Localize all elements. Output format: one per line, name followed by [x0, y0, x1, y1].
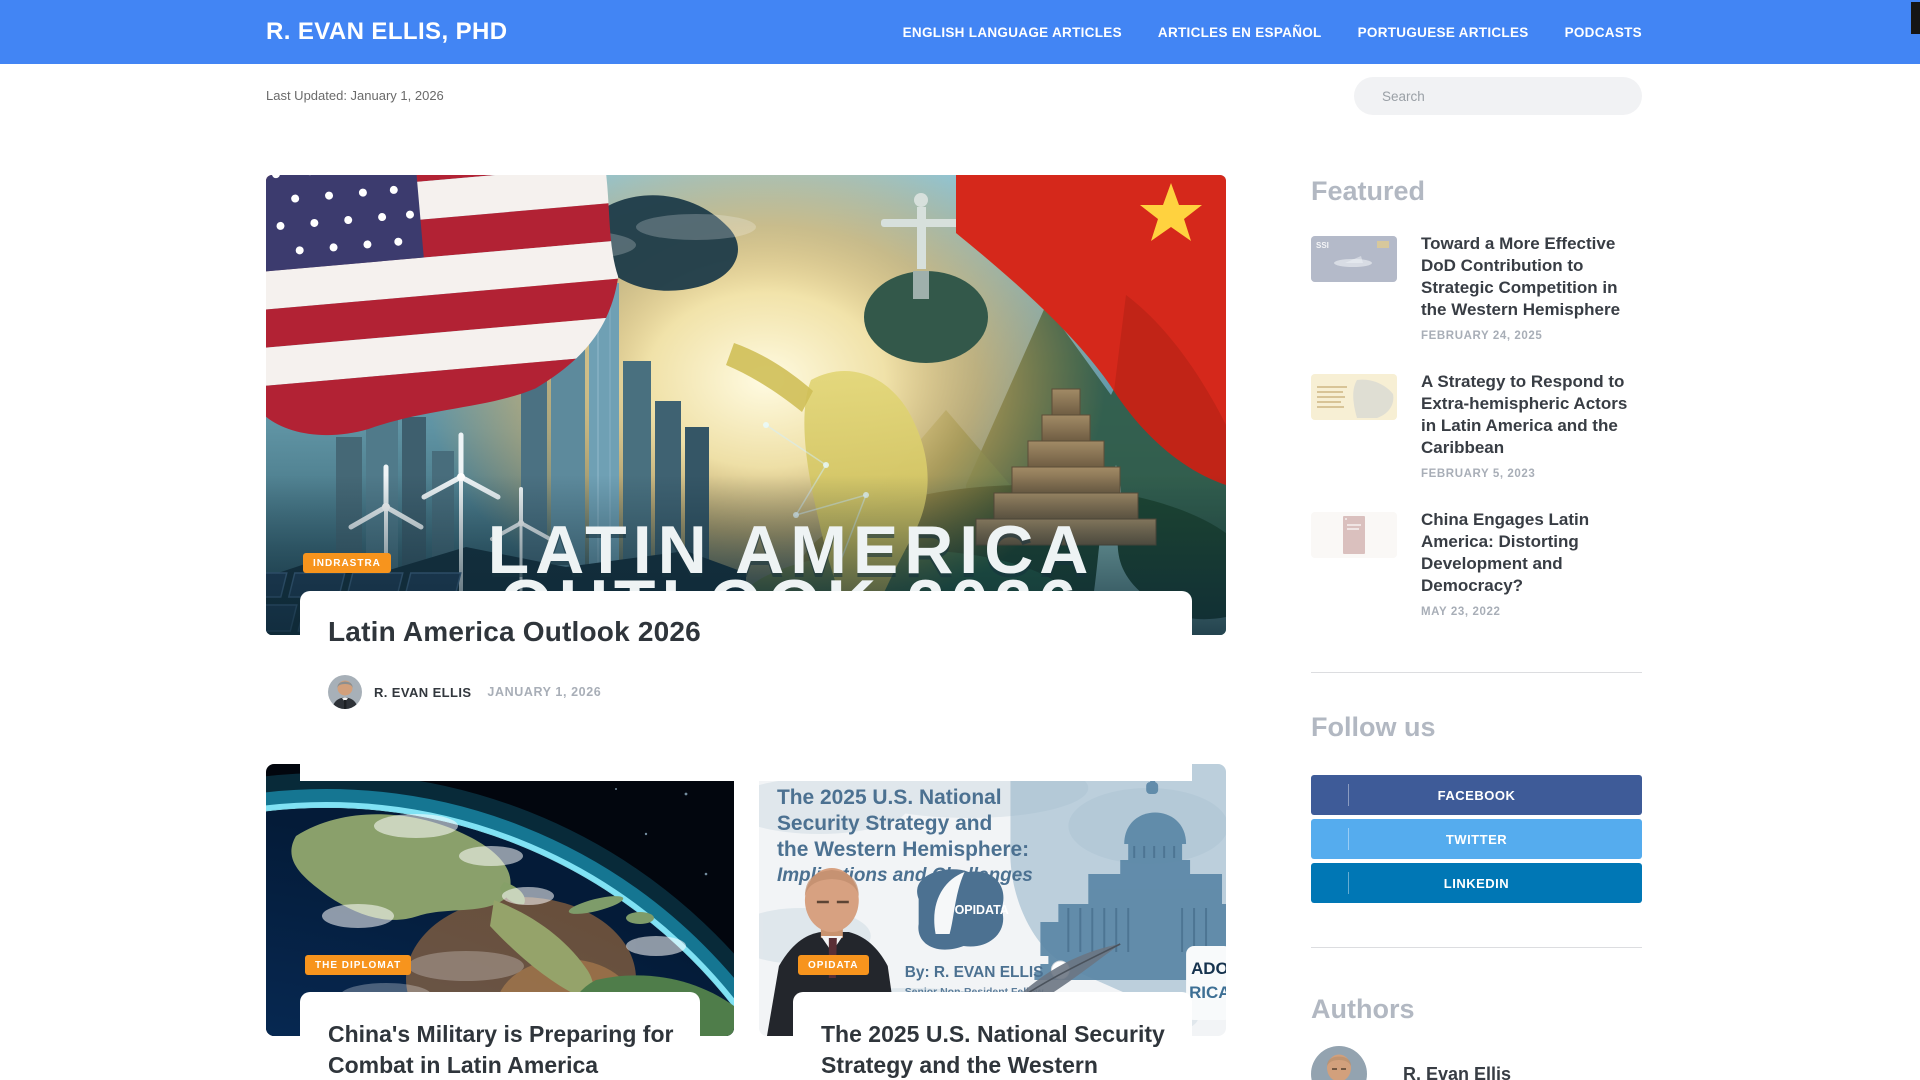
- hero-author-name[interactable]: R. EVAN ELLIS: [374, 685, 471, 700]
- article-title-card: The 2025 U.S. National Security Strategy…: [793, 992, 1192, 1080]
- hero-category-badge[interactable]: INDRASTRA: [303, 553, 391, 573]
- twitter-button[interactable]: TWITTER: [1311, 819, 1642, 859]
- nav-english-articles[interactable]: ENGLISH LANGUAGE ARTICLES: [903, 25, 1122, 40]
- featured-title[interactable]: A Strategy to Respond to Extra-hemispher…: [1421, 371, 1636, 459]
- featured-date: FEBRUARY 5, 2023: [1421, 468, 1536, 480]
- featured-thumbnail-strategy[interactable]: [1311, 374, 1397, 420]
- cover-title-line3: the Western Hemisphere:: [777, 838, 1029, 861]
- author-name[interactable]: R. Evan Ellis: [1403, 1064, 1511, 1080]
- featured-text: China Engages Latin America: Distorting …: [1421, 509, 1636, 618]
- featured-title[interactable]: Toward a More Effective DoD Contribution…: [1421, 233, 1636, 321]
- article-title-card: China's Military is Preparing for Combat…: [300, 992, 700, 1080]
- hero-article: LATIN AMERICA LATIN AMERICA OUTLOOK 2026…: [266, 175, 1226, 781]
- article-card-china-military: THE DIPLOMAT China's Military is Prepari…: [266, 764, 734, 1080]
- header-bar: R. EVAN ELLIS, PHD ENGLISH LANGUAGE ARTI…: [0, 0, 1920, 64]
- nav-portuguese-articles[interactable]: PORTUGUESE ARTICLES: [1358, 25, 1529, 40]
- linkedin-button[interactable]: LINKEDIN: [1311, 863, 1642, 903]
- authors-heading: Authors: [1311, 994, 1415, 1024]
- featured-list: SSI Toward a More Effective DoD Contribu…: [1311, 233, 1642, 647]
- sidebar-divider: [1311, 947, 1642, 948]
- article-category-badge[interactable]: THE DIPLOMAT: [305, 955, 412, 975]
- search-input[interactable]: [1354, 77, 1642, 115]
- cover-title-line1: The 2025 U.S. National: [777, 786, 1002, 809]
- featured-text: Toward a More Effective DoD Contribution…: [1421, 233, 1636, 342]
- hero-author-row: R. EVAN ELLIS JANUARY 1, 2026: [328, 675, 1164, 709]
- author-avatar: [328, 675, 362, 709]
- featured-title[interactable]: China Engages Latin America: Distorting …: [1421, 509, 1636, 597]
- latin-america-montage-graphic: LATIN AMERICA LATIN AMERICA OUTLOOK 2026: [266, 175, 1226, 635]
- follow-us-heading: Follow us: [1311, 712, 1436, 742]
- article-category-badge[interactable]: OPIDATA: [798, 955, 869, 975]
- header-inner: R. EVAN ELLIS, PHD ENGLISH LANGUAGE ARTI…: [266, 0, 1642, 64]
- featured-item: A Strategy to Respond to Extra-hemispher…: [1311, 371, 1642, 480]
- hero-image[interactable]: LATIN AMERICA LATIN AMERICA OUTLOOK 2026: [266, 175, 1226, 635]
- cover-byline: By: R. EVAN ELLIS: [905, 964, 1044, 981]
- page: R. EVAN ELLIS, PHD ENGLISH LANGUAGE ARTI…: [0, 0, 1920, 1080]
- scrollbar-thumb[interactable]: [1911, 2, 1920, 34]
- featured-date: FEBRUARY 24, 2025: [1421, 330, 1543, 342]
- featured-thumbnail-book[interactable]: [1311, 512, 1397, 558]
- article-title[interactable]: The 2025 U.S. National Security Strategy…: [821, 1019, 1180, 1080]
- nav-articles-espanol[interactable]: ARTICLES EN ESPAÑOL: [1158, 25, 1322, 40]
- sidebar-divider: [1311, 672, 1642, 673]
- author-avatar-large[interactable]: [1311, 1046, 1367, 1080]
- featured-heading: Featured: [1311, 176, 1426, 206]
- opidata-logo-text: OPIDATA: [955, 903, 1009, 917]
- main-nav: ENGLISH LANGUAGE ARTICLES ARTICLES EN ES…: [903, 25, 1642, 40]
- featured-thumbnail-ssi[interactable]: SSI: [1311, 236, 1397, 282]
- facebook-button[interactable]: FACEBOOK: [1311, 775, 1642, 815]
- corner-logo-line1: ADO&: [1191, 959, 1226, 978]
- hero-title-card: Latin America Outlook 2026 R. EVAN ELLIS…: [300, 591, 1192, 781]
- featured-date: MAY 23, 2022: [1421, 606, 1501, 618]
- corner-logo-line2: RICAS: [1189, 983, 1226, 1002]
- featured-item: China Engages Latin America: Distorting …: [1311, 509, 1642, 618]
- corner-logo-graphic: ADO& RICAS: [1186, 946, 1226, 1020]
- hero-article-title[interactable]: Latin America Outlook 2026: [328, 616, 1164, 648]
- author-block: R. Evan Ellis: [1311, 1046, 1642, 1080]
- nav-podcasts[interactable]: PODCASTS: [1565, 25, 1642, 40]
- site-title[interactable]: R. EVAN ELLIS, PHD: [266, 18, 507, 46]
- last-updated-label: Last Updated: January 1, 2026: [266, 88, 444, 103]
- article-title[interactable]: China's Military is Preparing for Combat…: [328, 1019, 688, 1080]
- cover-title-line2: Security Strategy and: [777, 812, 992, 835]
- featured-text: A Strategy to Respond to Extra-hemispher…: [1421, 371, 1636, 480]
- hero-post-date: JANUARY 1, 2026: [487, 685, 602, 699]
- featured-item: SSI Toward a More Effective DoD Contribu…: [1311, 233, 1642, 342]
- article-card-nss-2025: The 2025 U.S. National Security Strategy…: [759, 764, 1226, 1080]
